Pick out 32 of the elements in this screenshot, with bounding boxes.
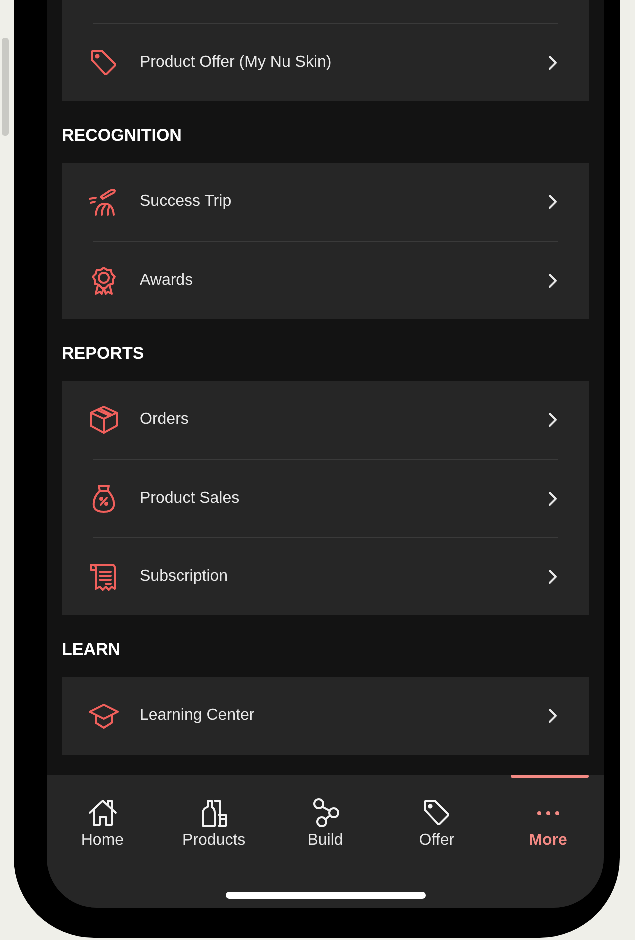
menu-item-label: Learning Center bbox=[140, 707, 256, 725]
menu-item[interactable]: Subscription bbox=[93, 537, 558, 615]
menu-item-label: Orders bbox=[140, 411, 190, 429]
menu-item-label: Success Trip bbox=[140, 193, 233, 211]
menu-item[interactable]: Orders bbox=[93, 381, 558, 459]
tab[interactable]: Build bbox=[270, 775, 382, 855]
chevron-right-icon bbox=[548, 708, 558, 724]
tab[interactable]: More bbox=[492, 775, 604, 855]
tab[interactable]: Home bbox=[47, 775, 158, 855]
section-heading: LEARN bbox=[62, 639, 122, 661]
box-icon bbox=[88, 404, 120, 436]
chevron-right-icon bbox=[548, 272, 558, 288]
chevron-right-icon bbox=[548, 490, 558, 506]
menu-item-label: Subscription bbox=[140, 568, 230, 586]
menu-item[interactable]: Awards bbox=[93, 241, 558, 319]
home-icon bbox=[86, 797, 119, 829]
more-icon bbox=[536, 810, 560, 816]
menu-item[interactable]: Learning Center bbox=[93, 677, 558, 755]
menu-item-label: Awards bbox=[140, 272, 194, 290]
chevron-right-icon bbox=[548, 194, 558, 210]
tab[interactable]: Offer bbox=[381, 775, 493, 855]
chevron-right-icon bbox=[548, 568, 558, 584]
chevron-right-icon bbox=[548, 54, 558, 70]
tab[interactable]: Products bbox=[158, 775, 270, 855]
menu-item[interactable]: Product Offer (My Nu Skin) bbox=[93, 23, 558, 101]
section-heading: REPORTS bbox=[62, 343, 146, 365]
menu-item[interactable]: Success Trip bbox=[93, 163, 558, 241]
menu-item-label: Product Sales bbox=[140, 490, 241, 508]
menu-item[interactable]: Product Sales bbox=[93, 459, 558, 537]
menu-item-label: Product Offer (My Nu Skin) bbox=[140, 54, 333, 72]
section-heading: RECOGNITION bbox=[62, 125, 183, 147]
chevron-right-icon bbox=[548, 412, 558, 428]
